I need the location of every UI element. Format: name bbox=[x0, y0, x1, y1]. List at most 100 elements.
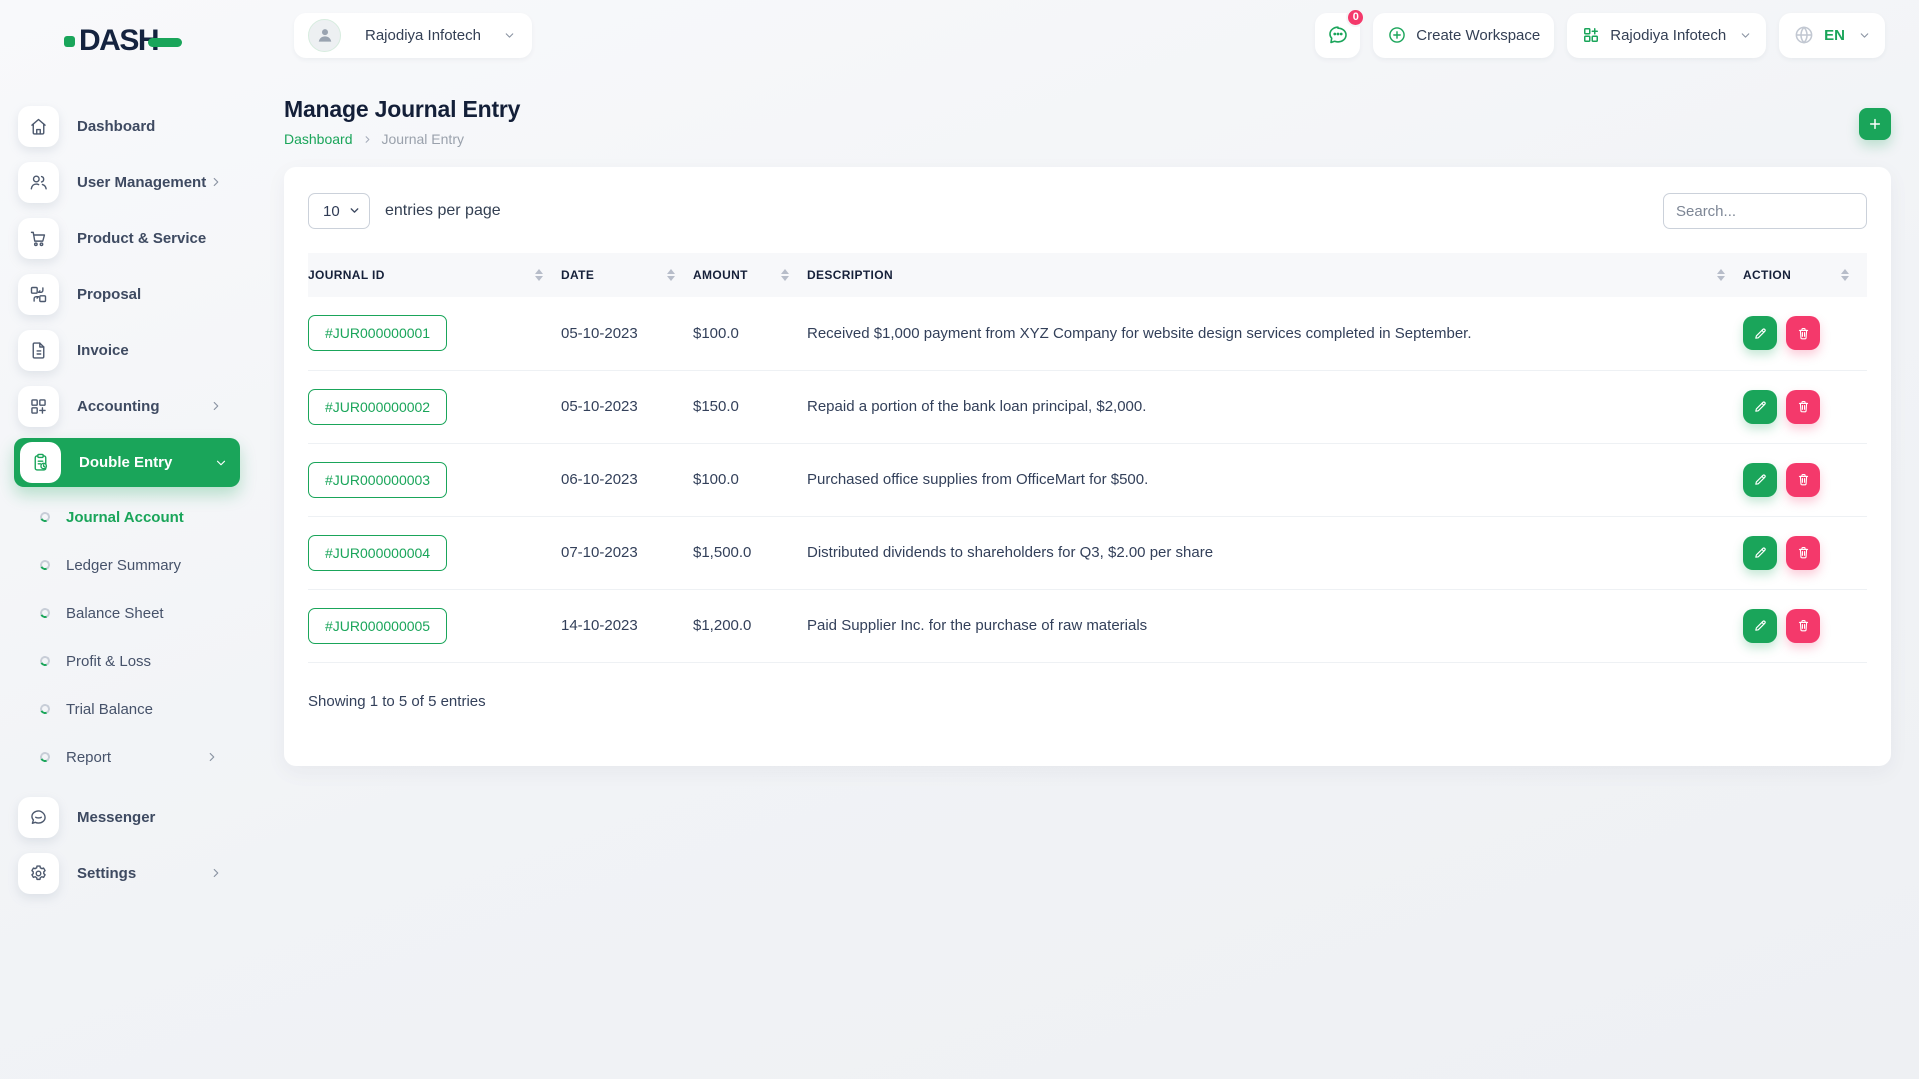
sidebar-item-label: Proposal bbox=[77, 285, 142, 303]
sidebar-item-label: Dashboard bbox=[77, 117, 156, 135]
brand-logo[interactable]: DASH bbox=[64, 26, 245, 56]
chevron-down-icon bbox=[503, 29, 516, 42]
delete-button[interactable] bbox=[1786, 316, 1820, 351]
sidebar-item-label: Double Entry bbox=[79, 454, 173, 471]
submenu-item-journal-account[interactable]: Journal Account bbox=[0, 493, 245, 541]
submenu-item-report[interactable]: Report bbox=[0, 733, 245, 781]
column-header-description[interactable]: DESCRIPTION bbox=[807, 253, 1743, 297]
main-content: 10 entries per page JOURNAL ID DATE AMOU… bbox=[245, 147, 1919, 766]
journal-id-cell: #JUR000000001 bbox=[308, 297, 561, 371]
journal-id-link[interactable]: #JUR000000003 bbox=[308, 461, 448, 498]
column-header-action[interactable]: ACTION bbox=[1743, 253, 1867, 297]
sidebar-item-label: Settings bbox=[77, 864, 137, 882]
breadcrumb-dashboard-link[interactable]: Dashboard bbox=[284, 131, 353, 147]
sidebar-item-double-entry[interactable]: Double Entry bbox=[14, 438, 240, 487]
pencil-icon bbox=[1754, 547, 1766, 558]
create-workspace-button[interactable]: Create Workspace bbox=[1373, 12, 1555, 58]
workspace-selector-left[interactable]: Rajodiya Infotech bbox=[294, 12, 532, 58]
journal-id-link[interactable]: #JUR000000001 bbox=[308, 315, 448, 352]
topbar: Rajodiya Infotech 0 Create Workspace Raj… bbox=[245, 0, 1919, 70]
trash-icon bbox=[1798, 546, 1808, 559]
chat-bubble-icon bbox=[18, 796, 59, 838]
logo-text: DASH bbox=[79, 24, 160, 57]
sidebar-item-messenger[interactable]: Messenger bbox=[0, 789, 245, 845]
proposal-icon bbox=[18, 273, 59, 315]
description-cell: Purchased office supplies from OfficeMar… bbox=[807, 443, 1743, 517]
delete-button[interactable] bbox=[1786, 462, 1820, 497]
sidebar-item-invoice[interactable]: Invoice bbox=[0, 322, 245, 378]
column-header-amount[interactable]: AMOUNT bbox=[693, 253, 807, 297]
bullet-icon bbox=[38, 654, 52, 668]
notification-badge: 0 bbox=[1346, 7, 1366, 27]
globe-icon bbox=[1795, 26, 1813, 44]
logo-bar bbox=[148, 37, 183, 47]
plus-icon bbox=[1869, 118, 1881, 130]
pencil-icon bbox=[1754, 474, 1766, 485]
cart-icon bbox=[18, 217, 59, 259]
search-input[interactable] bbox=[1663, 193, 1867, 229]
add-journal-entry-button[interactable] bbox=[1859, 108, 1891, 140]
language-code: EN bbox=[1824, 26, 1845, 44]
journal-id-cell: #JUR000000003 bbox=[308, 443, 561, 517]
sidebar-item-dashboard[interactable]: Dashboard bbox=[0, 98, 245, 154]
edit-button[interactable] bbox=[1743, 316, 1777, 351]
invoice-icon bbox=[18, 329, 59, 371]
pencil-icon bbox=[1754, 620, 1766, 631]
workspace-selector-right[interactable]: Rajodiya Infotech bbox=[1567, 12, 1767, 58]
chevron-down-icon bbox=[214, 456, 228, 470]
delete-button[interactable] bbox=[1786, 535, 1820, 570]
edit-button[interactable] bbox=[1743, 462, 1777, 497]
sidebar-item-settings[interactable]: Settings bbox=[0, 845, 245, 901]
breadcrumb-current: Journal Entry bbox=[381, 131, 464, 147]
journal-id-link[interactable]: #JUR000000005 bbox=[308, 607, 448, 644]
messages-button[interactable]: 0 bbox=[1315, 7, 1366, 58]
journal-id-link[interactable]: #JUR000000004 bbox=[308, 534, 448, 571]
bullet-icon bbox=[38, 606, 52, 620]
edit-button[interactable] bbox=[1743, 608, 1777, 643]
journal-id-cell: #JUR000000002 bbox=[308, 370, 561, 444]
amount-cell: $1,500.0 bbox=[693, 516, 807, 590]
delete-button[interactable] bbox=[1786, 608, 1820, 643]
sidebar-item-label: Accounting bbox=[77, 397, 160, 415]
submenu-item-label: Trial Balance bbox=[66, 700, 153, 718]
edit-button[interactable] bbox=[1743, 389, 1777, 424]
description-cell: Distributed dividends to shareholders fo… bbox=[807, 516, 1743, 590]
submenu-item-profit-loss[interactable]: Profit & Loss bbox=[0, 637, 245, 685]
journal-id-cell: #JUR000000005 bbox=[308, 589, 561, 663]
bullet-icon bbox=[38, 750, 52, 764]
avatar bbox=[308, 18, 341, 52]
sidebar-item-label: User Management bbox=[77, 173, 207, 191]
column-header-journal-id[interactable]: JOURNAL ID bbox=[308, 253, 561, 297]
sidebar-item-proposal[interactable]: Proposal bbox=[0, 266, 245, 322]
table-header-row: JOURNAL ID DATE AMOUNT DESCRIPTION ACTIO… bbox=[308, 253, 1867, 297]
amount-cell: $100.0 bbox=[693, 297, 807, 371]
trash-icon bbox=[1798, 619, 1808, 632]
sidebar-item-product-service[interactable]: Product & Service bbox=[0, 210, 245, 266]
sidebar-item-label: Product & Service bbox=[77, 229, 207, 247]
submenu-item-label: Journal Account bbox=[66, 508, 184, 526]
topbar-right: 0 Create Workspace Rajodiya Infotech EN bbox=[1315, 7, 1885, 58]
column-header-date[interactable]: DATE bbox=[561, 253, 693, 297]
sidebar-item-label: Messenger bbox=[77, 808, 156, 826]
amount-cell: $100.0 bbox=[693, 443, 807, 517]
edit-button[interactable] bbox=[1743, 535, 1777, 570]
grid-plus-icon bbox=[1584, 28, 1599, 42]
submenu-item-balance-sheet[interactable]: Balance Sheet bbox=[0, 589, 245, 637]
language-selector[interactable]: EN bbox=[1779, 12, 1885, 58]
submenu-item-ledger-summary[interactable]: Ledger Summary bbox=[0, 541, 245, 589]
action-cell bbox=[1743, 516, 1867, 590]
pencil-icon bbox=[1754, 328, 1766, 339]
trash-icon bbox=[1798, 327, 1808, 340]
amount-cell: $150.0 bbox=[693, 370, 807, 444]
entries-per-page-select-wrap: 10 bbox=[308, 193, 370, 229]
sort-arrows-icon bbox=[535, 269, 543, 281]
table-row: #JUR000000003 06-10-2023 $100.0 Purchase… bbox=[308, 443, 1867, 517]
bullet-icon bbox=[38, 510, 52, 524]
sidebar-item-accounting[interactable]: Accounting bbox=[0, 378, 245, 434]
showing-entries-status: Showing 1 to 5 of 5 entries bbox=[308, 692, 486, 710]
submenu-item-trial-balance[interactable]: Trial Balance bbox=[0, 685, 245, 733]
entries-per-page-select[interactable]: 10 bbox=[308, 193, 370, 229]
journal-id-link[interactable]: #JUR000000002 bbox=[308, 388, 448, 425]
sidebar-item-user-management[interactable]: User Management bbox=[0, 154, 245, 210]
delete-button[interactable] bbox=[1786, 389, 1820, 424]
